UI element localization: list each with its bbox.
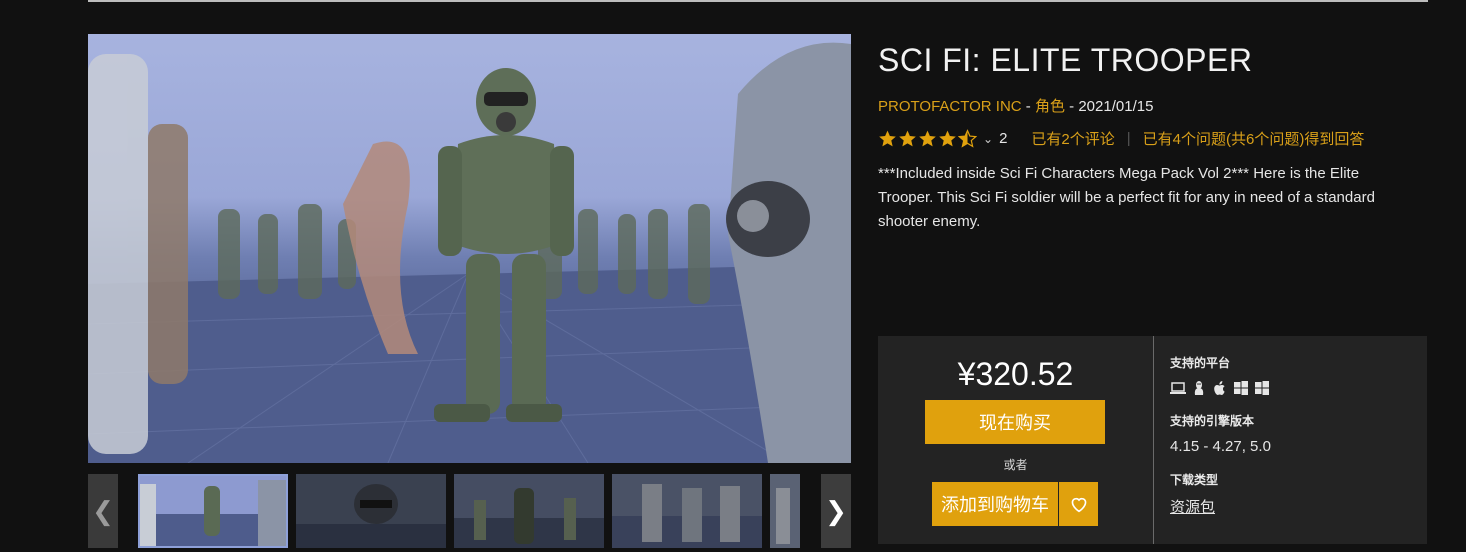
product-specs: 支持的平台 支持的引擎版本 4.15 - 4.27, 5.0 下载类型 资源包 bbox=[1170, 336, 1420, 544]
rating-count: 2 bbox=[999, 130, 1008, 147]
thumbnail-5[interactable] bbox=[770, 474, 800, 548]
or-label: 或者 bbox=[1003, 458, 1028, 472]
gallery-prev-button[interactable]: ❮ bbox=[88, 474, 118, 548]
gallery-next-button[interactable]: ❯ bbox=[821, 474, 851, 548]
link-separator: | bbox=[1126, 130, 1131, 147]
star-full-icon bbox=[899, 130, 916, 147]
download-type-label: 下载类型 bbox=[1170, 473, 1219, 487]
platform-icons bbox=[1170, 380, 1270, 396]
release-date: 2021/01/15 bbox=[1078, 98, 1154, 115]
chevron-right-icon: ❯ bbox=[825, 495, 847, 526]
buy-now-button[interactable]: 现在购买 bbox=[925, 400, 1105, 444]
seller-link[interactable]: PROTOFACTOR INC bbox=[878, 98, 1022, 115]
engine-version-label: 支持的引擎版本 bbox=[1170, 414, 1255, 428]
purchase-actions: ¥320.52 现在购买 或者 添加到购物车 bbox=[878, 336, 1153, 544]
thumbnail-1[interactable] bbox=[138, 474, 288, 548]
apple-icon bbox=[1214, 381, 1225, 395]
star-rating[interactable] bbox=[878, 129, 977, 148]
laptop-icon bbox=[1170, 382, 1186, 394]
windows-icon bbox=[1255, 381, 1269, 395]
heart-icon bbox=[1071, 497, 1086, 513]
star-half-icon bbox=[958, 129, 977, 148]
platforms-label: 支持的平台 bbox=[1170, 356, 1231, 370]
engine-version-value: 4.15 - 4.27, 5.0 bbox=[1170, 438, 1271, 455]
product-description: ***Included inside Sci Fi Characters Meg… bbox=[878, 165, 1375, 230]
favorite-button[interactable] bbox=[1059, 482, 1098, 526]
panel-divider bbox=[1153, 336, 1154, 544]
windows-icon bbox=[1234, 381, 1248, 395]
thumbnail-strip: ❮ ❯ bbox=[88, 474, 851, 548]
linux-icon bbox=[1194, 381, 1204, 395]
price: ¥320.52 bbox=[957, 356, 1074, 392]
thumbnail-4[interactable] bbox=[612, 474, 762, 548]
reviews-link[interactable]: 已有2个评论 bbox=[1031, 128, 1114, 149]
thumbnail-3[interactable] bbox=[454, 474, 604, 548]
hero-image[interactable] bbox=[88, 34, 851, 463]
meta-separator: - bbox=[1021, 98, 1035, 115]
download-type-link[interactable]: 资源包 bbox=[1170, 496, 1215, 517]
star-full-icon bbox=[939, 130, 956, 147]
chevron-down-icon[interactable]: ⌄ bbox=[983, 132, 993, 146]
product-title: SCI FI: ELITE TROOPER bbox=[878, 42, 1253, 78]
category-link[interactable]: 角色 bbox=[1035, 98, 1065, 115]
meta-separator: - bbox=[1065, 98, 1079, 115]
rating-row: ⌄ 2 已有2个评论 | 已有4个问题(共6个问题)得到回答 bbox=[878, 128, 1364, 149]
chevron-left-icon: ❮ bbox=[92, 495, 114, 526]
thumbnail-2[interactable] bbox=[296, 474, 446, 548]
star-full-icon bbox=[879, 130, 896, 147]
top-divider bbox=[88, 0, 1428, 2]
product-meta: PROTOFACTOR INC - 角色 - 2021/01/15 bbox=[878, 95, 1153, 116]
purchase-panel: ¥320.52 现在购买 或者 添加到购物车 支持的平台 支持的引擎版本 4.1… bbox=[878, 336, 1427, 544]
add-to-cart-button[interactable]: 添加到购物车 bbox=[932, 482, 1058, 526]
questions-link[interactable]: 已有4个问题(共6个问题)得到回答 bbox=[1143, 128, 1365, 149]
star-full-icon bbox=[919, 130, 936, 147]
